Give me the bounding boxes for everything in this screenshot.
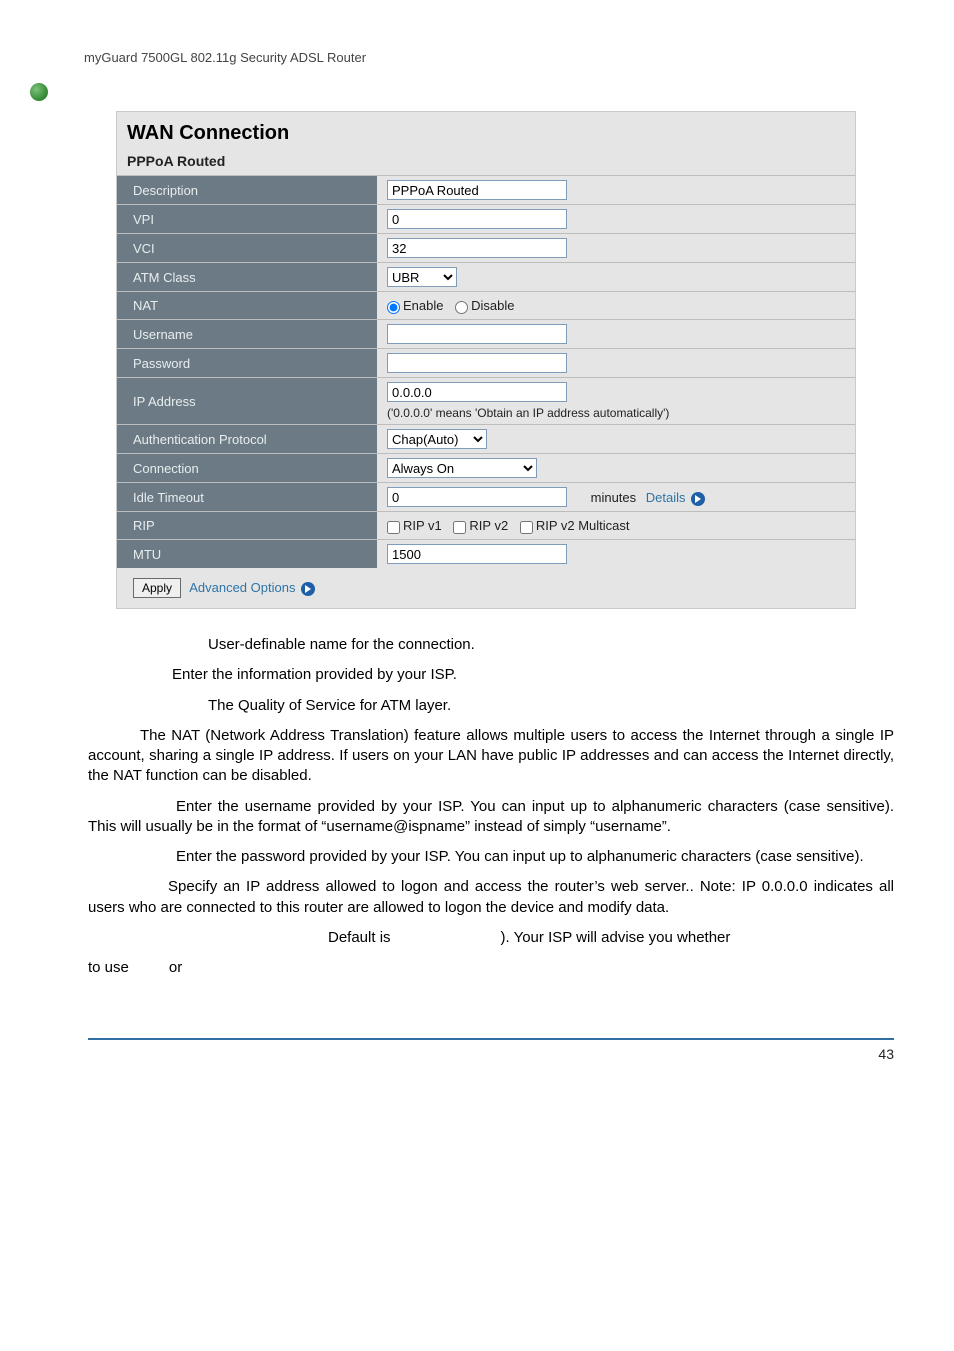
para-nat: The NAT (Network Address Translation) fe… — [88, 726, 894, 787]
label-vci: VCI — [117, 234, 377, 263]
para-password: Enter the password provided by your ISP.… — [88, 847, 894, 867]
nat-disable-radio[interactable]: Disable — [455, 298, 514, 313]
doc-header: myGuard 7500GL 802.11g Security ADSL Rou… — [84, 50, 894, 65]
rip-v2m-checkbox[interactable]: RIP v2 Multicast — [520, 518, 630, 533]
label-username: Username — [117, 320, 377, 349]
label-auth-protocol: Authentication Protocol — [117, 425, 377, 454]
nat-enable-radio[interactable]: Enable — [387, 298, 443, 313]
para-touse: to useor — [88, 958, 894, 978]
globe-icon — [30, 83, 48, 101]
details-link[interactable]: Details — [646, 490, 705, 505]
label-vpi: VPI — [117, 205, 377, 234]
panel-title: WAN Connection — [117, 112, 855, 149]
page-number: 43 — [878, 1046, 894, 1062]
label-connection: Connection — [117, 454, 377, 483]
username-input[interactable] — [387, 324, 567, 344]
label-ip-address: IP Address — [117, 378, 377, 425]
vci-input[interactable] — [387, 238, 567, 258]
label-idle-timeout: Idle Timeout — [117, 483, 377, 512]
ip-address-input[interactable] — [387, 382, 567, 402]
form-table: Description VPI VCI ATM Class UBR — [117, 176, 855, 568]
para-description: User-definable name for the connection. — [88, 635, 894, 655]
label-rip: RIP — [117, 512, 377, 540]
vpi-input[interactable] — [387, 209, 567, 229]
apply-button[interactable]: Apply — [133, 578, 181, 598]
label-description: Description — [117, 176, 377, 205]
advanced-options-link[interactable]: Advanced Options — [189, 580, 315, 595]
para-default: Default is). Your ISP will advise you wh… — [88, 928, 894, 948]
label-atm-class: ATM Class — [117, 263, 377, 292]
page-footer: 43 — [88, 1038, 894, 1062]
idle-timeout-input[interactable] — [387, 487, 567, 507]
arrow-icon — [301, 582, 315, 596]
para-username: Enter the username provided by your ISP.… — [88, 797, 894, 838]
label-mtu: MTU — [117, 540, 377, 569]
para-ipaddress: Specify an IP address allowed to logon a… — [88, 877, 894, 918]
idle-minutes-label: minutes — [591, 490, 637, 505]
connection-select[interactable]: Always On — [387, 458, 537, 478]
label-password: Password — [117, 349, 377, 378]
para-isp-info: Enter the information provided by your I… — [88, 665, 894, 685]
wan-connection-panel: WAN Connection PPPoA Routed Description … — [116, 111, 856, 609]
panel-subtitle: PPPoA Routed — [117, 149, 855, 176]
rip-v2-checkbox[interactable]: RIP v2 — [453, 518, 508, 533]
auth-protocol-select[interactable]: Chap(Auto) — [387, 429, 487, 449]
mtu-input[interactable] — [387, 544, 567, 564]
body-text: User-definable name for the connection. … — [88, 635, 894, 978]
panel-footer: Apply Advanced Options — [117, 568, 855, 608]
arrow-icon — [691, 492, 705, 506]
ip-note: ('0.0.0.0' means 'Obtain an IP address a… — [387, 406, 845, 420]
atm-class-select[interactable]: UBR — [387, 267, 457, 287]
para-qos: The Quality of Service for ATM layer. — [88, 696, 894, 716]
rip-v1-checkbox[interactable]: RIP v1 — [387, 518, 442, 533]
password-input[interactable] — [387, 353, 567, 373]
label-nat: NAT — [117, 292, 377, 320]
description-input[interactable] — [387, 180, 567, 200]
